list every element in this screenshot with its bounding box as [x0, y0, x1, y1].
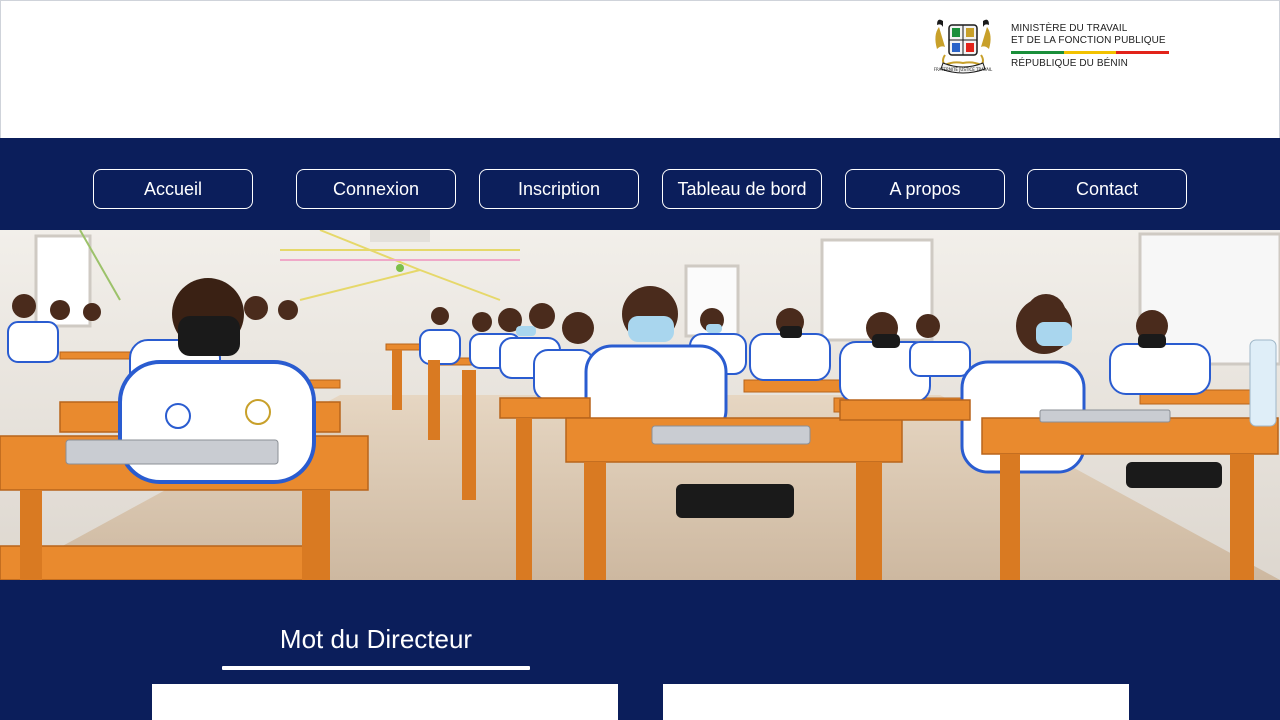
ministry-logo[interactable]: FRATERNITÉ JUSTICE TRAVAIL MINISTÈRE DU …	[931, 15, 1170, 77]
section-title: Mot du Directeur	[279, 624, 473, 654]
title-underline	[222, 666, 530, 670]
main-nav: Accueil Connexion Inscription Tableau de…	[0, 138, 1280, 230]
svg-text:FRATERNITÉ JUSTICE TRAVAIL: FRATERNITÉ JUSTICE TRAVAIL	[934, 67, 993, 72]
ministry-text: MINISTÈRE DU TRAVAIL ET DE LA FONCTION P…	[1011, 23, 1170, 70]
coat-of-arms-icon: FRATERNITÉ JUSTICE TRAVAIL	[934, 19, 993, 74]
director-card-left	[152, 684, 618, 720]
flag-stripe	[1011, 51, 1170, 54]
nav-tableau-de-bord-button[interactable]: Tableau de bord	[662, 169, 822, 209]
director-section: Mot du Directeur	[0, 580, 1280, 720]
nav-connexion-button[interactable]: Connexion	[296, 169, 456, 209]
country-name: RÉPUBLIQUE DU BÉNIN	[1011, 58, 1128, 69]
director-card-right	[663, 684, 1129, 720]
site-header: FRATERNITÉ JUSTICE TRAVAIL MINISTÈRE DU …	[0, 0, 1280, 138]
hero-classroom-image	[0, 230, 1280, 580]
nav-inscription-button[interactable]: Inscription	[479, 169, 639, 209]
nav-accueil-button[interactable]: Accueil	[93, 169, 253, 209]
ministry-name-line2: ET DE LA FONCTION PUBLIQUE	[1011, 35, 1166, 46]
classroom-photo	[0, 230, 1280, 580]
nav-contact-button[interactable]: Contact	[1027, 169, 1187, 209]
ministry-name-line1: MINISTÈRE DU TRAVAIL	[1011, 23, 1128, 34]
nav-a-propos-button[interactable]: A propos	[845, 169, 1005, 209]
